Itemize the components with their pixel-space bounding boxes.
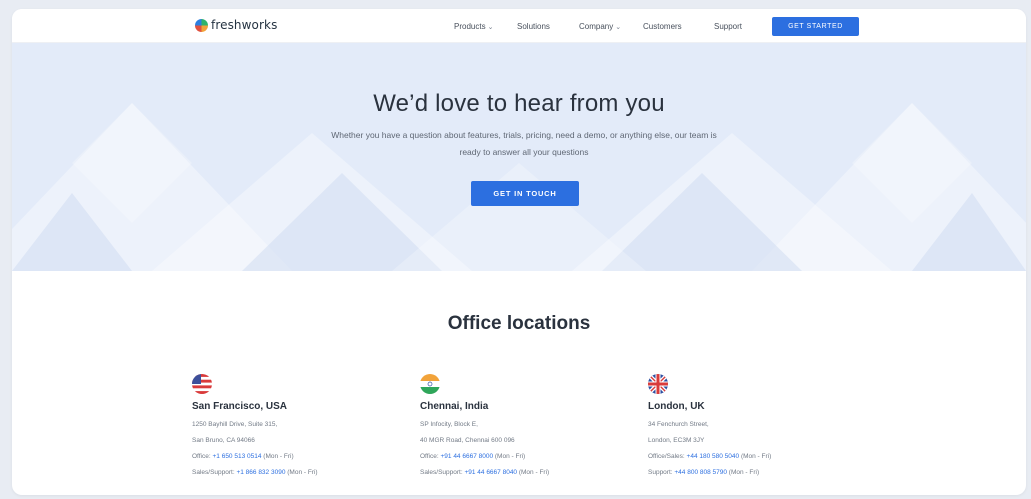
india-flag-icon (420, 374, 440, 394)
uk-flag-icon (648, 374, 668, 394)
support-phone-label: Support: (648, 469, 675, 476)
nav-company[interactable]: Company ⌄ (579, 22, 621, 31)
office-address-line1: 34 Fenchurch Street, (648, 421, 709, 428)
office-address-line2: London, EC3M 3JY (648, 437, 705, 444)
office-address-line1: SP Infocity, Block E, (420, 421, 478, 428)
hero-subtitle-line1: Whether you have a question about featur… (331, 130, 717, 140)
nav-customers-label: Customers (643, 22, 682, 31)
hero-subtitle-line2: ready to answer all your questions (459, 147, 589, 157)
office-address-line2: San Bruno, CA 94066 (192, 437, 255, 444)
support-phone-link[interactable]: +44 800 808 5790 (674, 469, 727, 476)
office-phone-link[interactable]: +91 44 6667 8000 (440, 453, 493, 460)
hero-section: We’d love to hear from you Whether you h… (12, 43, 1026, 271)
support-hours: (Mon - Fri) (726, 469, 760, 476)
browser-page: freshworks Products ⌄ Solutions Company ⌄ … (12, 9, 1026, 495)
support-hours: (Mon - Fri) (517, 469, 550, 476)
nav-customers[interactable]: Customers (643, 22, 682, 31)
nav-products-label: Products (454, 22, 486, 31)
support-phone-link[interactable]: +91 44 6667 8040 (464, 469, 517, 476)
support-hours: (Mon - Fri) (285, 469, 318, 476)
top-navigation: freshworks Products ⌄ Solutions Company ⌄ … (12, 9, 1026, 43)
hero-subtitle: Whether you have a question about featur… (267, 127, 781, 161)
office-phone-link[interactable]: +1 650 513 0514 (212, 453, 261, 460)
chevron-down-icon: ⌄ (615, 24, 622, 31)
office-card-india: Chennai, India SP Infocity, Block E, 40 … (420, 374, 635, 481)
support-phone-label: Sales/Support: (192, 469, 237, 476)
office-phone-label: Office/Sales: (648, 453, 687, 460)
logo-text: freshworks (211, 18, 278, 32)
nav-support[interactable]: Support (714, 22, 742, 31)
nav-solutions[interactable]: Solutions (517, 22, 550, 31)
office-phone-label: Office: (420, 453, 441, 460)
usa-flag-icon (192, 374, 212, 394)
office-address-line2: 40 MGR Road, Chennai 600 096 (420, 437, 515, 444)
nav-company-label: Company (579, 22, 614, 31)
office-card-usa: San Francisco, USA 1250 Bayhill Drive, S… (192, 374, 407, 481)
offices-title: Office locations (447, 313, 591, 334)
nav-support-label: Support (714, 22, 743, 31)
nav-solutions-label: Solutions (517, 22, 550, 31)
office-hours: (Mon - Fri) (261, 453, 294, 460)
office-phone-label: Office: (192, 453, 213, 460)
office-name: San Francisco, USA (192, 401, 288, 412)
office-card-uk: London, UK 34 Fenchurch Street, London, … (648, 374, 863, 481)
chevron-down-icon: ⌄ (487, 24, 494, 31)
support-phone-row: Support: +44 800 808 5790 (Mon - Fri) (648, 465, 863, 481)
office-name: London, UK (648, 401, 705, 412)
office-hours: (Mon - Fri) (493, 453, 526, 460)
office-name: Chennai, India (420, 401, 489, 412)
office-phone-row: Office: +91 44 6667 8000 (Mon - Fri) (420, 449, 635, 465)
get-in-touch-button[interactable]: GET IN TOUCH (471, 181, 579, 206)
nav-products[interactable]: Products ⌄ (454, 22, 493, 31)
hero-title: We’d love to hear from you (373, 90, 665, 117)
support-phone-link[interactable]: +1 866 832 3090 (236, 469, 285, 476)
freshworks-logo-icon (195, 18, 208, 32)
support-phone-label: Sales/Support: (420, 469, 465, 476)
get-started-button[interactable]: GET STARTED (772, 17, 859, 36)
office-hours: (Mon - Fri) (739, 453, 772, 460)
office-address-line1: 1250 Bayhill Drive, Suite 315, (192, 421, 278, 428)
office-phone-row: Office/Sales: +44 180 580 5040 (Mon - Fr… (648, 449, 863, 465)
support-phone-row: Sales/Support: +91 44 6667 8040 (Mon - F… (420, 465, 635, 481)
support-phone-row: Sales/Support: +1 866 832 3090 (Mon - Fr… (192, 465, 407, 481)
freshworks-logo[interactable]: freshworks (195, 18, 277, 32)
office-phone-row: Office: +1 650 513 0514 (Mon - Fri) (192, 449, 407, 465)
office-phone-link[interactable]: +44 180 580 5040 (687, 453, 740, 460)
